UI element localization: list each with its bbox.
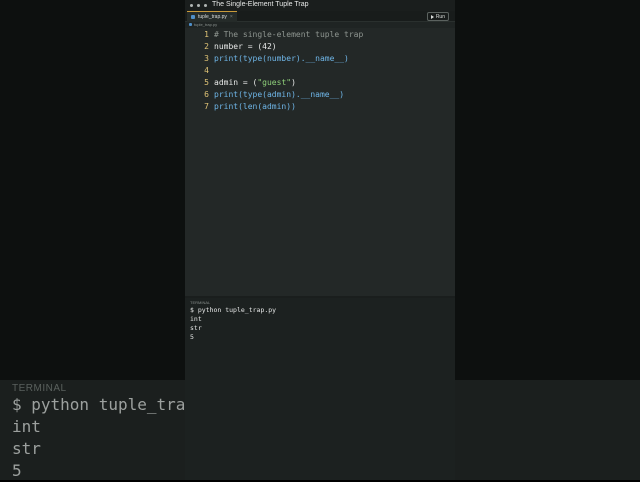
background-terminal-line: 5 <box>12 461 22 480</box>
background-terminal-text: TERMINAL $ python tuple_trap. int str 5 <box>12 383 205 482</box>
line-number: 2 <box>204 41 209 51</box>
breadcrumb-filename[interactable]: tuple_trap.py <box>194 22 217 27</box>
line-number: 1 <box>204 29 209 39</box>
code-line: 5 admin = ("guest") <box>185 76 296 88</box>
window-title: The Single-Element Tuple Trap <box>212 1 309 8</box>
background-terminal-label: TERMINAL <box>12 383 67 394</box>
code-text: admin = ("guest") <box>214 78 296 87</box>
code-text: print(len(admin)) <box>214 101 296 111</box>
line-number: 5 <box>204 77 209 87</box>
run-button-label: Run <box>435 13 445 20</box>
code-text: print(type(admin).__name__) <box>214 89 345 99</box>
close-tab-icon[interactable]: × <box>230 14 233 20</box>
minimize-window-dot[interactable] <box>197 4 200 7</box>
line-number: 4 <box>204 65 209 75</box>
code-line: 7 print(len(admin)) <box>185 100 296 112</box>
background-terminal-line: str <box>12 439 41 458</box>
code-text: print(type(number).__name__) <box>214 53 349 63</box>
code-line: 2 number = (42) <box>185 40 277 52</box>
play-icon <box>430 14 434 19</box>
line-number: 7 <box>204 101 209 111</box>
terminal-line: str <box>190 324 202 332</box>
tab-bar: tuple_trap.py × Run <box>185 11 455 22</box>
terminal-line: $ python tuple_trap.py <box>190 306 277 314</box>
title-bar: The Single-Element Tuple Trap <box>185 0 455 11</box>
line-number: 6 <box>204 89 209 99</box>
terminal-line: int <box>190 315 202 323</box>
tab-filename: tuple_trap.py <box>198 14 227 20</box>
code-text: # The single-element tuple trap <box>214 29 364 39</box>
terminal-label: TERMINAL <box>190 300 211 305</box>
code-line: 4 <box>185 64 214 76</box>
line-number: 3 <box>204 53 209 63</box>
code-line: 1 # The single-element tuple trap <box>185 28 363 40</box>
breadcrumb: tuple_trap.py <box>189 21 217 28</box>
code-line: 3 print(type(number).__name__) <box>185 52 349 64</box>
code-editor[interactable]: 1 # The single-element tuple trap 2 numb… <box>185 28 455 296</box>
code-line: 6 print(type(admin).__name__) <box>185 88 344 100</box>
run-button[interactable]: Run <box>426 12 449 21</box>
window-controls <box>190 4 207 7</box>
terminal-panel[interactable]: TERMINAL $ python tuple_trap.py int str … <box>185 298 455 480</box>
editor-window: The Single-Element Tuple Trap tuple_trap… <box>185 0 455 480</box>
code-text: number = (42) <box>214 41 277 51</box>
terminal-line: 5 <box>190 333 194 341</box>
background-terminal-line: $ python tuple_trap. <box>12 395 205 414</box>
code-text-fragment: admin = ("guest") <box>214 77 296 87</box>
python-file-icon <box>191 15 195 19</box>
close-window-dot[interactable] <box>190 4 193 7</box>
python-file-icon <box>189 23 192 26</box>
maximize-window-dot[interactable] <box>204 4 207 7</box>
background-terminal-line: int <box>12 417 41 436</box>
